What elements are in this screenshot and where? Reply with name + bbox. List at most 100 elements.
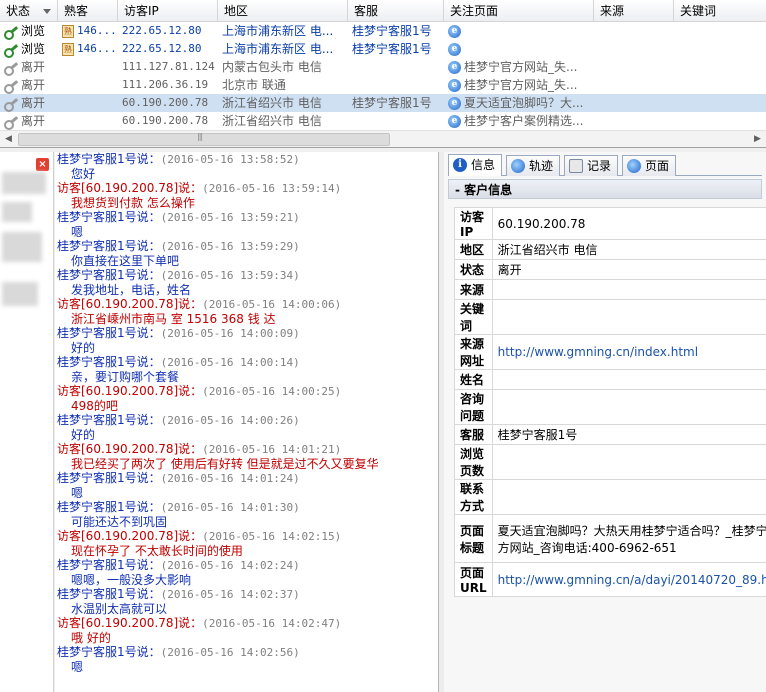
cell-region: 上海市浦东新区 电... (218, 22, 348, 40)
info-value (491, 279, 766, 300)
chat-log[interactable]: 桂梦宁客服1号说：(2016-05-16 13:58:52) 您好 访客[60.19… (55, 152, 439, 692)
visitor-table-header: 状态 熟客 访客IP 地区 客服 关注页面 来源 关键词 (0, 0, 766, 22)
column-header-label: 关注页面 (450, 4, 499, 18)
column-header-keyword[interactable]: 关键词 (674, 0, 766, 22)
tab-page[interactable]: 页面 (622, 155, 677, 176)
cell-agent: 桂梦宁客服1号 (348, 40, 444, 58)
message-time: (2016-05-16 14:01:24) (160, 472, 300, 485)
cell-agent (348, 112, 444, 130)
table-row[interactable]: 离开 60.190.200.78 浙江省绍兴市 电信 桂梦宁客服1号 e 夏天适宜泡脚吗？… (0, 94, 766, 112)
message-sender: 桂梦宁客服1号说： (57, 355, 161, 369)
info-key: 地区 (454, 239, 493, 260)
cell-regular (58, 58, 118, 76)
column-header-status[interactable]: 状态 (0, 0, 58, 22)
info-value-link[interactable]: http://www.gmning.cn/index.html (491, 334, 766, 370)
info-key: 页面URL (454, 562, 493, 597)
cell-text: 离开 (21, 60, 46, 74)
cell-region: 浙江省绍兴市 电信 (218, 112, 348, 130)
cell-agent: 桂梦宁客服1号 (348, 94, 444, 112)
cell-region: 浙江省绍兴市 电信 (218, 94, 348, 112)
agent-message: 桂梦宁客服1号说：(2016-05-16 14:00:26) 好的 (55, 413, 438, 442)
visitor-table: 状态 熟客 访客IP 地区 客服 关注页面 来源 关键词 浏览熟 146... 22… (0, 0, 766, 148)
info-row: 页面标题 夏天适宜泡脚吗？大热天用桂梦宁适合吗？_桂梦宁官方网站_咨询电话:400… (454, 514, 766, 563)
agent-message: 桂梦宁客服1号说：(2016-05-16 14:02:37) 水温别太高就可以 (55, 587, 438, 616)
visitor-message: 访客[60.190.200.78]说：(2016-05-16 14:02:15)… (55, 529, 438, 558)
column-header-page[interactable]: 关注页面 (444, 0, 594, 22)
cell-keyword (674, 58, 766, 76)
cell-text: 内蒙古包头市 电信 (222, 60, 322, 74)
tab-info[interactable]: i 信息 (448, 154, 503, 176)
agent-message: 桂梦宁客服1号说：(2016-05-16 13:59:34) 发我地址，电话，姓名 (55, 268, 438, 297)
cell-regular: 熟 146... (58, 40, 118, 58)
visitor-message: 访客[60.190.200.78]说：(2016-05-16 14:01:21)… (55, 442, 438, 471)
column-header-agent[interactable]: 客服 (348, 0, 444, 22)
horizontal-scrollbar[interactable]: ◀ ▶ (0, 130, 766, 147)
info-value-link[interactable]: http://www.gmning.cn/a/dayi/20140720_89.… (491, 562, 766, 597)
cell-keyword (674, 112, 766, 130)
close-icon[interactable]: × (36, 158, 49, 171)
cell-ip: 60.190.200.78 (118, 94, 218, 112)
message-time: (2016-05-16 14:02:47) (202, 617, 342, 630)
message-header: 桂梦宁客服1号说：(2016-05-16 14:01:24) (57, 471, 438, 486)
column-header-ip[interactable]: 访客IP (118, 0, 218, 22)
collapse-dash-icon[interactable]: - (455, 183, 464, 197)
info-key: 来源网址 (454, 334, 493, 370)
ie-icon: e (448, 115, 461, 128)
message-header: 访客[60.190.200.78]说：(2016-05-16 14:01:21) (57, 442, 438, 457)
info-row: 姓名 (454, 369, 766, 390)
blurred-avatar (2, 202, 32, 222)
column-header-region[interactable]: 地区 (218, 0, 348, 22)
table-row[interactable]: 离开 111.206.36.19 北京市 联通 e 桂梦宁官方网站_失... (0, 76, 766, 94)
message-header: 桂梦宁客服1号说：(2016-05-16 13:59:29) (57, 239, 438, 254)
visitor-message: 访客[60.190.200.78]说：(2016-05-16 14:00:25)… (55, 384, 438, 413)
cell-regular (58, 76, 118, 94)
table-row[interactable]: 离开 111.127.81.124 内蒙古包头市 电信 e 桂梦宁官方网站_失... (0, 58, 766, 76)
message-sender: 桂梦宁客服1号说： (57, 152, 161, 166)
cell-regular: 熟 146... (58, 22, 118, 40)
table-row[interactable]: 浏览熟 146... 222.65.12.80 上海市浦东新区 电... 桂梦宁客服1号… (0, 40, 766, 58)
agent-message: 桂梦宁客服1号说：(2016-05-16 14:00:14) 亲，要订购哪个套餐 (55, 355, 438, 384)
info-key: 状态 (454, 259, 493, 280)
info-key: 访客IP (454, 207, 493, 240)
vip-icon: 熟 (62, 24, 74, 38)
cell-page: e (444, 22, 594, 40)
message-time: (2016-05-16 13:59:29) (160, 240, 300, 253)
customer-info-table: 访客IP 60.190.200.78 地区 浙江省绍兴市 电信 状态 离开 来源 关键词 来源网… (454, 207, 766, 597)
key-icon (4, 62, 18, 76)
scrollbar-thumb[interactable] (18, 132, 390, 146)
agent-message: 桂梦宁客服1号说：(2016-05-16 14:01:30) 可能还达不到巩固 (55, 500, 438, 529)
info-row: 咨询问题 (454, 389, 766, 425)
info-value (491, 389, 766, 425)
key-icon (4, 26, 18, 40)
column-header-source[interactable]: 来源 (594, 0, 674, 22)
message-time: (2016-05-16 14:00:14) (160, 356, 300, 369)
tab-record[interactable]: 记录 (564, 155, 619, 176)
table-row[interactable]: 浏览熟 146... 222.65.12.80 上海市浦东新区 电... 桂梦宁客服1号… (0, 22, 766, 40)
cell-text: 桂梦宁客服1号 (352, 42, 432, 56)
cell-text: 离开 (21, 114, 46, 128)
info-value (491, 479, 766, 515)
scroll-right-icon[interactable]: ▶ (749, 131, 766, 147)
message-header: 桂梦宁客服1号说：(2016-05-16 14:00:26) (57, 413, 438, 428)
column-header-regular[interactable]: 熟客 (58, 0, 118, 22)
cell-text: 146... (77, 24, 117, 37)
message-sender: 访客[60.190.200.78]说： (57, 442, 203, 456)
cell-text: 浏览 (21, 42, 46, 56)
message-sender: 桂梦宁客服1号说： (57, 645, 161, 659)
agent-message: 桂梦宁客服1号说：(2016-05-16 13:58:52) 您好 (55, 152, 438, 181)
tab-track[interactable]: 轨迹 (506, 155, 561, 176)
message-time: (2016-05-16 14:02:24) (160, 559, 300, 572)
column-header-label: 关键词 (680, 4, 717, 18)
cell-page: e 桂梦宁官方网站_失... (444, 76, 594, 94)
sort-arrow-icon[interactable] (43, 9, 51, 14)
table-row[interactable]: 离开 60.190.200.78 浙江省绍兴市 电信 e 桂梦宁客户案例精选... (0, 112, 766, 130)
agent-message: 桂梦宁客服1号说：(2016-05-16 13:59:29) 你直接在这里下单吧 (55, 239, 438, 268)
message-text: 哦 好的 (71, 631, 111, 645)
message-time: (2016-05-16 14:01:30) (160, 501, 300, 514)
ie-icon: e (448, 61, 461, 74)
message-text: 嗯 (71, 486, 84, 500)
record-icon (569, 159, 583, 173)
info-value: 离开 (491, 259, 766, 280)
scroll-left-icon[interactable]: ◀ (0, 131, 17, 147)
ie-icon: e (448, 25, 461, 38)
